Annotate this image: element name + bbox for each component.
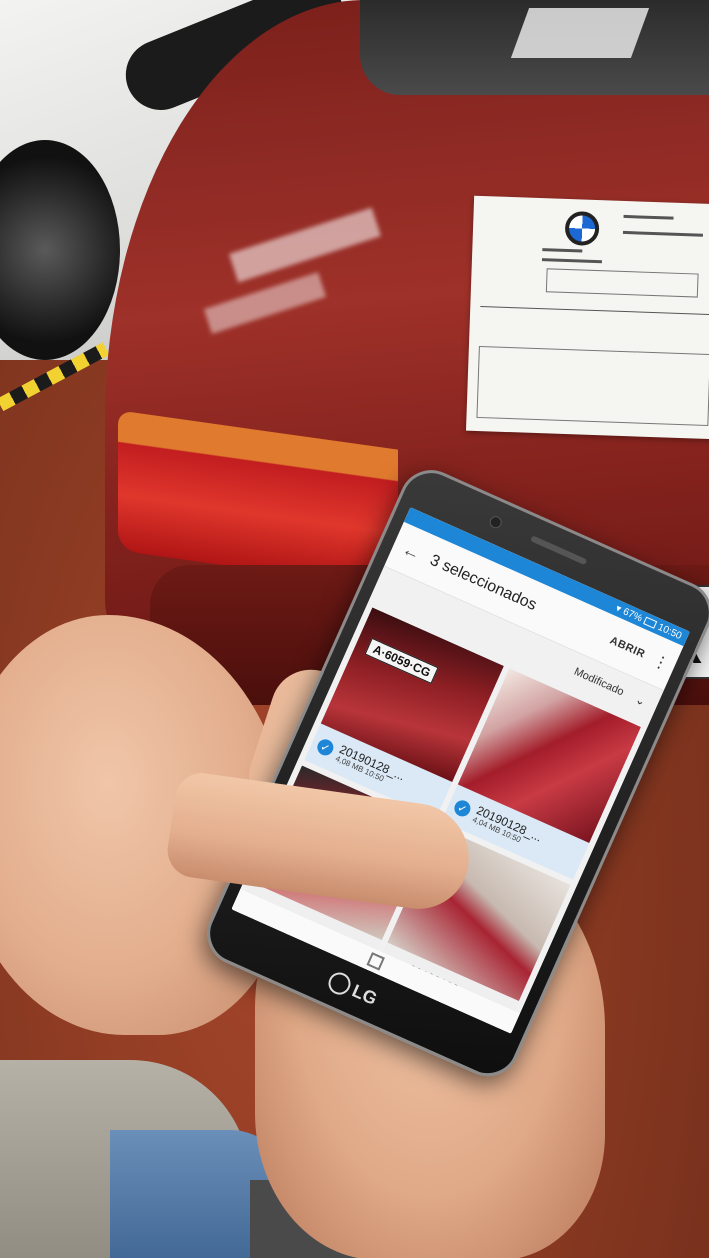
inspection-sheet <box>465 195 709 440</box>
brand-text: LG <box>349 980 381 1009</box>
more-vert-icon[interactable]: ⋮ <box>650 650 672 674</box>
battery-icon <box>643 616 658 629</box>
open-button[interactable]: ABRIR <box>608 635 647 661</box>
check-circle-icon[interactable]: ✓ <box>451 797 473 819</box>
thumbnail-plate: A·6059·CG <box>364 637 439 685</box>
bmw-logo-icon <box>564 210 600 247</box>
lg-circle-icon <box>324 969 355 999</box>
lg-logo: LG <box>324 969 381 1010</box>
chevron-down-icon[interactable]: ⌄ <box>633 692 648 709</box>
back-arrow-icon[interactable]: ← <box>397 537 426 565</box>
window-glare <box>510 8 650 58</box>
check-circle-icon[interactable]: ✓ <box>314 736 336 758</box>
front-camera <box>487 514 504 531</box>
earpiece <box>530 535 588 566</box>
recent-apps-icon[interactable] <box>366 952 385 971</box>
